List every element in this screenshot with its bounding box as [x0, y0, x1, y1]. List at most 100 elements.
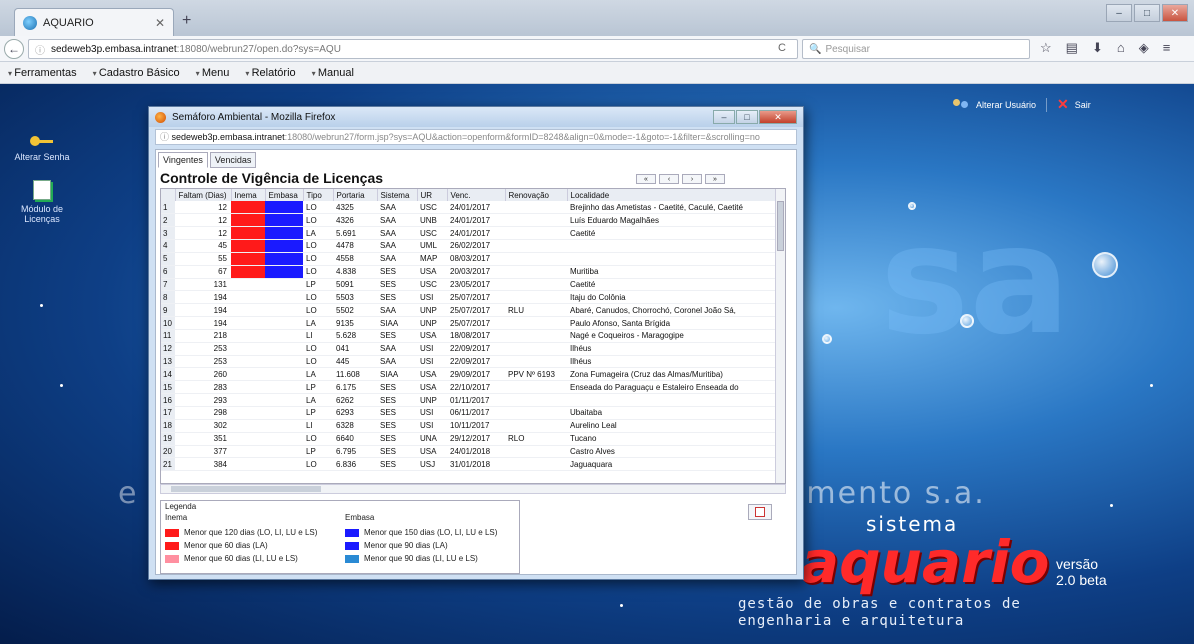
menu-cadastro-basico[interactable]: Cadastro Básico [85, 67, 188, 79]
table-cell: USI [417, 419, 447, 433]
menu-menu[interactable]: Menu [188, 67, 238, 79]
users-icon [952, 98, 970, 111]
table-cell: 6293 [333, 406, 377, 420]
maximize-icon[interactable]: □ [1134, 4, 1160, 22]
last-page-button[interactable]: » [705, 174, 725, 184]
app-menubar: Ferramentas Cadastro Básico Menu Relatór… [0, 62, 1194, 84]
table-cell: USI [417, 406, 447, 420]
legend-label: Menor que 90 dias (LA) [364, 541, 448, 550]
table-cell [505, 457, 567, 472]
table-row[interactable]: 14 260 LA 11.608 SIAA USA 29/09/2017 PPV Nº 619… [161, 367, 777, 382]
table-cell [265, 419, 303, 433]
desktop-icon-label: Módulo de Licenças [20, 204, 64, 224]
new-tab-icon[interactable]: + [182, 12, 191, 30]
column-header[interactable] [161, 189, 176, 201]
table-row[interactable]: 21 384 LO 6.836 SES USJ 31/01/2018 Jaguaquara [161, 457, 777, 472]
table-row[interactable]: 19 351 LO 6640 SES UNA 29/12/2017 RLO Tucano [161, 432, 777, 446]
column-header[interactable]: Portaria [333, 189, 378, 201]
browser-tab[interactable]: AQUARIO ✕ [14, 8, 174, 36]
table-row[interactable]: 9 194 LO 5502 SAA UNP 25/07/2017 RLU Abaré, Canu… [161, 303, 777, 318]
popup-window-title: Semáforo Ambiental - Mozilla Firefox [172, 111, 336, 123]
column-header[interactable]: Venc. [447, 189, 506, 201]
reload-icon[interactable]: C [778, 42, 786, 54]
popup-titlebar[interactable]: Semáforo Ambiental - Mozilla Firefox – □… [149, 107, 803, 127]
page-title: Controle de Vigência de Licenças [160, 170, 384, 186]
column-header[interactable]: Renovação [505, 189, 568, 201]
desktop-icon-alterar-senha[interactable]: Alterar Senha [6, 134, 78, 162]
pocket-icon[interactable]: ◈ [1139, 40, 1149, 56]
first-page-button[interactable]: « [636, 174, 656, 184]
tab-vigentes[interactable]: Vingentes [158, 152, 208, 168]
table-row[interactable]: 2 12 LO 4326 SAA UNB 24/01/2017 Luís Eduardo Ma… [161, 213, 777, 228]
menu-manual[interactable]: Manual [304, 67, 362, 79]
menu-relatorio[interactable]: Relatório [237, 67, 303, 79]
minimize-icon[interactable]: – [713, 110, 735, 124]
reading-list-icon[interactable]: ▤ [1066, 40, 1078, 56]
table-cell [505, 380, 567, 395]
close-tab-icon[interactable]: ✕ [155, 16, 165, 30]
scroll-thumb[interactable] [777, 201, 784, 251]
row-number: 1 [161, 201, 175, 215]
column-header[interactable]: Embasa [265, 189, 304, 201]
bookmark-star-icon[interactable]: ☆ [1040, 40, 1052, 56]
table-cell [505, 239, 567, 253]
row-number: 21 [161, 457, 175, 472]
close-window-icon[interactable]: ✕ [1162, 4, 1188, 22]
table-cell [567, 393, 777, 407]
table-row[interactable]: 10 194 LA 9135 SIAA UNP 25/07/2017 Paulo Afonso… [161, 316, 777, 330]
table-row[interactable]: 7 131 LP 5091 SES USC 23/05/2017 Caetité [161, 278, 777, 292]
table-cell [231, 393, 265, 407]
home-icon[interactable]: ⌂ [1117, 40, 1125, 56]
column-header[interactable]: Localidade [567, 189, 778, 201]
column-header[interactable]: UR [417, 189, 448, 201]
row-number: 20 [161, 445, 175, 459]
table-row[interactable]: 1 12 LO 4325 SAA USC 24/01/2017 Brejinho das Am… [161, 201, 777, 215]
popup-address-bar[interactable]: ⓘ sedeweb3p.embasa.intranet:18080/webrun… [155, 129, 797, 145]
print-report-button[interactable] [748, 504, 772, 520]
table-row[interactable]: 13 253 LO 445 SAA USI 22/09/2017 Ilhéus [161, 355, 777, 369]
table-row[interactable]: 3 12 LA 5.691 SAA USC 24/01/2017 Caetité [161, 226, 777, 241]
table-cell: USA [417, 265, 447, 279]
tab-vencidas[interactable]: Vencidas [209, 152, 257, 168]
close-window-icon[interactable]: ✕ [759, 110, 797, 124]
table-cell [231, 406, 265, 420]
maximize-icon[interactable]: □ [736, 110, 758, 124]
version-number: 2.0 beta [1056, 572, 1107, 588]
table-row[interactable]: 6 67 LO 4.838 SES USA 20/03/2017 Muritiba [161, 265, 777, 279]
table-cell [265, 380, 303, 395]
back-arrow-icon[interactable]: ← [4, 39, 24, 59]
table-row[interactable]: 16 293 LA 6262 SES UNP 01/11/2017 [161, 393, 777, 407]
table-row[interactable]: 15 283 LP 6.175 SES USA 22/10/2017 Enseada do P… [161, 380, 777, 395]
next-page-button[interactable]: › [682, 174, 702, 184]
table-row[interactable]: 20 377 LP 6.795 SES USA 24/01/2018 Castro Alves [161, 445, 777, 459]
menu-ferramentas[interactable]: Ferramentas [0, 67, 85, 79]
table-row[interactable]: 12 253 LO 041 SAA USI 22/09/2017 Ilhéus [161, 342, 777, 356]
search-input[interactable]: 🔍 Pesquisar [802, 39, 1030, 59]
scroll-thumb[interactable] [171, 486, 321, 492]
address-bar[interactable]: ⓘ sedeweb3p.embasa.intranet :18080/webru… [28, 39, 798, 59]
prev-page-button[interactable]: ‹ [659, 174, 679, 184]
info-icon[interactable]: ⓘ [35, 42, 45, 57]
table-cell: USA [417, 329, 447, 343]
table-row[interactable]: 18 302 LI 6328 SES USI 10/11/2017 Aurelino Leal [161, 419, 777, 433]
minimize-icon[interactable]: – [1106, 4, 1132, 22]
table-row[interactable]: 5 55 LO 4558 SAA MAP 08/03/2017 [161, 252, 777, 266]
download-icon[interactable]: ⬇ [1092, 40, 1103, 56]
hamburger-menu-icon[interactable]: ≡ [1163, 40, 1171, 56]
table-row[interactable]: 4 45 LO 4478 SAA UML 26/02/2017 [161, 239, 777, 253]
column-header[interactable]: Sistema [377, 189, 418, 201]
desktop-icon-modulo-licencas[interactable]: Módulo de Licenças [6, 180, 78, 224]
table-cell [231, 355, 265, 369]
table-row[interactable]: 8 194 LO 5503 SES USI 25/07/2017 Itaju do Colôn… [161, 290, 777, 305]
logout-link[interactable]: Sair [1075, 100, 1091, 110]
column-header[interactable]: Tipo [303, 189, 334, 201]
vertical-scrollbar[interactable] [775, 189, 785, 483]
legend-item: Menor que 90 dias (LI, LU e LS) [345, 552, 497, 565]
column-header[interactable]: Inema [231, 189, 266, 201]
table-row[interactable]: 17 298 LP 6293 SES USI 06/11/2017 Ubaitaba [161, 406, 777, 420]
horizontal-scrollbar[interactable] [160, 484, 786, 494]
table-cell [265, 329, 303, 343]
table-row[interactable]: 11 218 LI 5.628 SES USA 18/08/2017 Nagé e Coque… [161, 329, 777, 343]
change-user-link[interactable]: Alterar Usuário [976, 100, 1036, 110]
column-header[interactable]: Faltam (Dias) [175, 189, 232, 201]
